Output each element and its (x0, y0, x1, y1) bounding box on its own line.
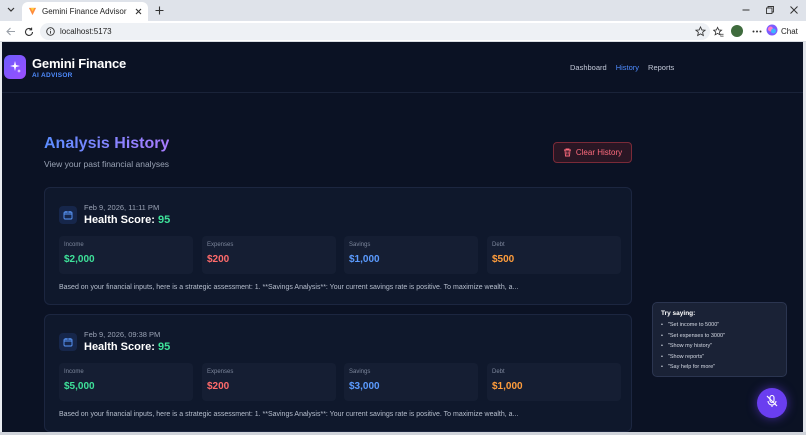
stat-label: Income (64, 242, 84, 248)
stat-label: Savings (349, 369, 371, 375)
income-stat: Income $2,000 (59, 236, 193, 274)
debt-value: $1,000 (492, 381, 523, 392)
nav-history[interactable]: History (616, 63, 639, 72)
debt-value: $500 (492, 254, 515, 265)
vite-favicon-icon (28, 3, 37, 21)
analysis-date: Feb 9, 2026, 11:11 PM (84, 203, 160, 212)
brand-subtitle: AI ADVISOR (32, 72, 73, 79)
analysis-card[interactable]: Feb 9, 2026, 11:11 PM Health Score: 95 I… (44, 187, 632, 305)
profile-avatar[interactable] (731, 25, 743, 37)
hints-list: "Set income to 5000" "Set expenses to 30… (661, 320, 778, 373)
close-window-icon[interactable] (788, 4, 800, 16)
expenses-value: $200 (207, 381, 230, 392)
hint-item: "Show my history" (661, 341, 778, 352)
voice-mic-button[interactable] (757, 388, 787, 418)
hints-title: Try saying: (661, 310, 696, 317)
savings-value: $3,000 (349, 381, 380, 392)
minimize-icon[interactable] (740, 4, 752, 16)
calendar-icon (59, 206, 77, 224)
page-title: Analysis History (44, 135, 170, 152)
close-tab-icon[interactable] (133, 6, 143, 16)
analysis-card[interactable]: Feb 9, 2026, 09:38 PM Health Score: 95 I… (44, 314, 632, 432)
hint-item: "Show reports" (661, 352, 778, 363)
stat-label: Debt (492, 369, 505, 375)
expenses-stat: Expenses $200 (202, 236, 336, 274)
copilot-icon (766, 23, 778, 41)
new-tab-plus-icon[interactable] (153, 4, 165, 16)
income-stat: Income $5,000 (59, 363, 193, 401)
stat-label: Savings (349, 242, 371, 248)
savings-stat: Savings $3,000 (344, 363, 478, 401)
bookmark-star-icon[interactable] (694, 25, 707, 38)
browser-tab[interactable]: Gemini Finance Advisor (22, 2, 148, 21)
mic-off-icon (765, 394, 779, 413)
clear-history-label: Clear History (575, 148, 623, 157)
hint-item: "Set income to 5000" (661, 320, 778, 331)
income-value: $5,000 (64, 381, 95, 392)
address-bar[interactable]: localhost:5173 (40, 23, 710, 40)
nav-links: Dashboard History Reports (570, 63, 674, 72)
site-info-icon[interactable] (46, 23, 55, 41)
clear-history-button[interactable]: Clear History (553, 142, 632, 163)
calendar-icon (59, 333, 77, 351)
income-value: $2,000 (64, 254, 95, 265)
expenses-stat: Expenses $200 (202, 363, 336, 401)
health-score: Health Score: 95 (84, 341, 170, 353)
back-arrow-icon[interactable] (4, 25, 17, 38)
restore-icon[interactable] (764, 4, 776, 16)
url-text: localhost:5173 (60, 27, 112, 36)
analysis-summary: Based on your financial inputs, here is … (59, 284, 519, 291)
browser-toolbar: localhost:5173 Chat (0, 21, 806, 42)
page-subtitle: View your past financial analyses (44, 159, 170, 169)
chat-label: Chat (781, 27, 798, 36)
stat-label: Income (64, 369, 84, 375)
debt-stat: Debt $500 (487, 236, 621, 274)
analysis-date: Feb 9, 2026, 09:38 PM (84, 330, 161, 339)
health-score-label: Health Score: (84, 341, 158, 353)
nav-dashboard[interactable]: Dashboard (570, 63, 607, 72)
favorites-icon[interactable] (712, 25, 725, 38)
savings-value: $1,000 (349, 254, 380, 265)
health-score-label: Health Score: (84, 214, 158, 226)
trash-icon (563, 144, 572, 162)
more-options-icon[interactable] (750, 25, 763, 38)
health-score-value: 95 (157, 214, 171, 226)
hint-item: "Say help for more" (661, 362, 778, 373)
savings-stat: Savings $1,000 (344, 236, 478, 274)
health-score: Health Score: 95 (84, 214, 170, 226)
voice-hints-panel: Try saying: "Set income to 5000" "Set ex… (652, 302, 787, 377)
brand[interactable]: Gemini Finance AI ADVISOR (32, 56, 126, 79)
expenses-value: $200 (207, 254, 230, 265)
hint-item: "Set expenses to 3000" (661, 331, 778, 342)
debt-stat: Debt $1,000 (487, 363, 621, 401)
browser-tab-bar: Gemini Finance Advisor (0, 0, 806, 21)
health-score-value: 95 (157, 341, 171, 353)
top-navbar: Gemini Finance AI ADVISOR Dashboard Hist… (2, 42, 803, 93)
copilot-chat-button[interactable]: Chat (766, 24, 798, 39)
sparkle-logo-icon (4, 55, 26, 79)
brand-name: Gemini Finance (32, 56, 127, 71)
stat-label: Debt (492, 242, 505, 248)
tab-search-chevron-icon[interactable] (4, 3, 18, 17)
stat-label: Expenses (207, 242, 234, 248)
app-viewport: Gemini Finance AI ADVISOR Dashboard Hist… (2, 42, 803, 432)
stat-label: Expenses (207, 369, 234, 375)
tab-title: Gemini Finance Advisor (42, 7, 127, 16)
nav-reports[interactable]: Reports (648, 63, 674, 72)
reload-icon[interactable] (22, 25, 35, 38)
analysis-summary: Based on your financial inputs, here is … (59, 411, 519, 418)
